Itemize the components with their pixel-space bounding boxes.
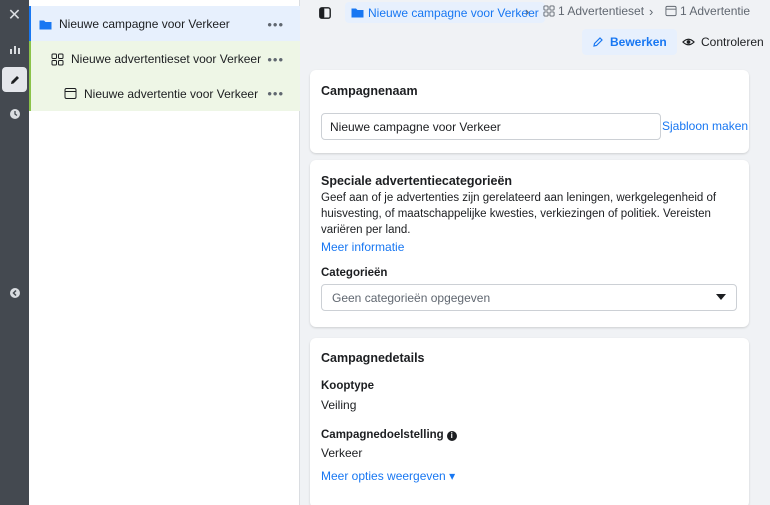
objective-label-text: Campagnedoelstelling <box>321 429 444 441</box>
panel-toggle-icon[interactable] <box>314 3 336 23</box>
breadcrumb-ad-label: 1 Advertentie <box>680 4 751 18</box>
breadcrumb-adset-label: 1 Advertentieset <box>558 4 645 18</box>
folder-icon <box>39 18 52 31</box>
breadcrumb-campaign-label: Nieuwe campagne voor Verkeer <box>368 5 539 20</box>
tree-item-label: Nieuwe advertentie voor Verkeer <box>84 86 259 101</box>
categories-placeholder: Geen categorieën opgegeven <box>332 290 491 305</box>
section-title: Campagnedetails <box>321 351 425 365</box>
categories-label: Categorieën <box>321 267 388 279</box>
campaign-name-card: Campagnenaam Nieuwe campagne voor Verkee… <box>310 70 749 153</box>
objective-value: Verkeer <box>321 446 363 460</box>
special-categories-card: Speciale advertentiecategorieën Geef aan… <box>310 160 749 327</box>
edit-button-label: Bewerken <box>610 35 667 49</box>
eye-icon <box>682 38 695 46</box>
breadcrumb-separator: › <box>525 4 530 19</box>
clock-icon[interactable] <box>2 101 27 126</box>
tree-item-label: Nieuwe campagne voor Verkeer <box>59 17 230 31</box>
objective-label: Campagnedoelstelling i <box>321 429 457 441</box>
more-options-icon[interactable]: ••• <box>267 86 284 101</box>
review-button[interactable]: Controleren <box>676 29 770 55</box>
show-more-options-link[interactable]: Meer opties weergeven ▾ <box>321 469 455 483</box>
info-icon[interactable]: i <box>446 431 457 441</box>
grid-icon <box>51 53 64 66</box>
more-options-icon[interactable]: ••• <box>267 17 284 32</box>
create-template-link[interactable]: Sjabloon maken <box>662 119 748 133</box>
categories-dropdown[interactable]: Geen categorieën opgegeven <box>321 284 737 311</box>
tree-item-ad[interactable]: Nieuwe advertentie voor Verkeer ••• <box>29 76 300 111</box>
review-button-label: Controleren <box>701 35 764 49</box>
ad-window-icon <box>665 5 677 17</box>
bar-chart-icon[interactable] <box>2 36 27 61</box>
breadcrumb-adset[interactable]: 1 Advertentieset <box>543 4 644 18</box>
breadcrumb-ad[interactable]: 1 Advertentie <box>665 4 750 18</box>
section-title: Campagnenaam <box>321 84 418 98</box>
campaign-details-card: Campagnedetails Kooptype Veiling Campagn… <box>310 338 749 505</box>
more-options-icon[interactable]: ••• <box>267 52 284 67</box>
ad-window-icon <box>64 87 77 100</box>
breadcrumb-separator: › <box>649 4 654 19</box>
buying-type-label: Kooptype <box>321 380 375 392</box>
pencil-icon <box>593 37 603 47</box>
structure-tree: Nieuwe campagne voor Verkeer ••• Nieuwe … <box>29 0 300 505</box>
collapse-left-icon[interactable] <box>2 280 27 305</box>
breadcrumb-campaign[interactable]: Nieuwe campagne voor Verkeer <box>345 2 545 23</box>
tree-item-campaign[interactable]: Nieuwe campagne voor Verkeer ••• <box>29 6 300 42</box>
edit-button[interactable]: Bewerken <box>582 29 677 55</box>
buying-type-value: Veiling <box>321 398 357 412</box>
top-bar: Nieuwe campagne voor Verkeer › 1 Adverte… <box>300 0 770 60</box>
section-title: Speciale advertentiecategorieën <box>321 174 513 188</box>
campaign-name-input[interactable]: Nieuwe campagne voor Verkeer <box>321 113 661 140</box>
tree-item-label: Nieuwe advertentieset voor Verkeer <box>71 52 262 66</box>
more-info-link[interactable]: Meer informatie <box>321 240 404 254</box>
pencil-icon[interactable] <box>2 67 27 92</box>
folder-icon <box>351 8 364 18</box>
close-icon[interactable]: ✕ <box>2 2 27 27</box>
tree-item-adset[interactable]: Nieuwe advertentieset voor Verkeer ••• <box>29 41 300 77</box>
grid-icon <box>543 5 555 17</box>
chevron-down-icon <box>716 294 726 300</box>
special-categories-description: Geef aan of je advertenties zijn gerelat… <box>321 192 717 236</box>
left-rail: ✕ <box>0 0 29 505</box>
